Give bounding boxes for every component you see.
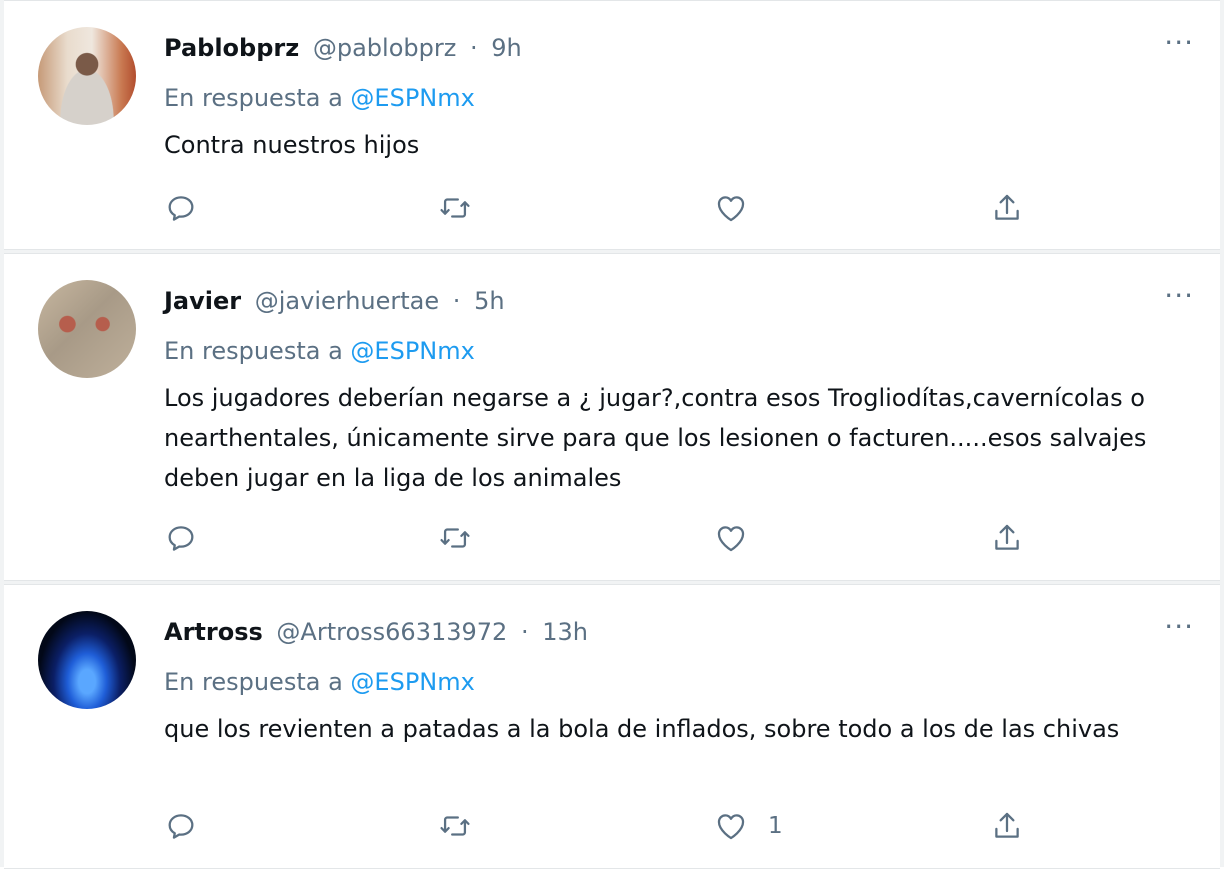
author-name[interactable]: Javier xyxy=(164,287,241,315)
like-icon xyxy=(717,196,745,222)
reply-button[interactable] xyxy=(164,518,198,558)
separator: · xyxy=(469,34,478,62)
retweet-button[interactable] xyxy=(438,188,472,228)
share-icon xyxy=(995,812,1019,838)
tweet-time[interactable]: 9h xyxy=(491,34,521,62)
tweet-card[interactable]: Artross @Artross66313972 · 13h ··· En re… xyxy=(4,584,1220,869)
reply-prefix: En respuesta a xyxy=(164,84,343,112)
like-button[interactable] xyxy=(714,518,768,558)
reply-prefix: En respuesta a xyxy=(164,337,343,365)
tweet-replies-list: Pablobprz @pablobprz · 9h ··· En respues… xyxy=(0,0,1224,869)
author-handle[interactable]: @Artross66313972 xyxy=(276,618,507,646)
like-button[interactable] xyxy=(714,188,768,228)
like-count: 1 xyxy=(768,813,783,839)
tweet-time[interactable]: 5h xyxy=(474,287,504,315)
reply-prefix: En respuesta a xyxy=(164,668,343,696)
like-icon xyxy=(717,526,745,552)
tweet-header: Pablobprz @pablobprz · 9h xyxy=(164,31,522,65)
author-name[interactable]: Pablobprz xyxy=(164,34,299,62)
separator: · xyxy=(452,287,461,315)
share-icon xyxy=(995,524,1019,550)
more-icon[interactable]: ··· xyxy=(1164,613,1194,641)
like-button[interactable]: 1 xyxy=(714,806,783,846)
retweet-icon xyxy=(440,198,470,218)
share-icon xyxy=(995,194,1019,220)
reply-mention-link[interactable]: @ESPNmx xyxy=(350,337,474,365)
retweet-button[interactable] xyxy=(438,518,472,558)
tweet-card[interactable]: Javier @javierhuertae · 5h ··· En respue… xyxy=(4,253,1220,581)
reply-icon xyxy=(168,814,194,839)
reply-button[interactable] xyxy=(164,188,198,228)
share-button[interactable] xyxy=(990,806,1024,846)
tweet-actions xyxy=(164,188,1064,228)
retweet-button[interactable] xyxy=(438,806,472,846)
author-handle[interactable]: @javierhuertae xyxy=(255,287,439,315)
tweet-header: Artross @Artross66313972 · 13h xyxy=(164,615,588,649)
tweet-text: que los revienten a patadas a la bola de… xyxy=(164,715,1120,743)
share-button[interactable] xyxy=(990,188,1024,228)
retweet-icon xyxy=(440,528,470,548)
like-icon xyxy=(717,814,745,840)
reply-icon xyxy=(168,196,194,221)
tweet-card[interactable]: Pablobprz @pablobprz · 9h ··· En respues… xyxy=(4,0,1220,250)
tweet-header: Javier @javierhuertae · 5h xyxy=(164,284,505,318)
tweet-text: Contra nuestros hijos xyxy=(164,131,420,159)
tweet-time[interactable]: 13h xyxy=(542,618,588,646)
share-button[interactable] xyxy=(990,518,1024,558)
reply-context: En respuesta a @ESPNmx xyxy=(164,665,475,699)
retweet-icon xyxy=(440,816,470,836)
separator: · xyxy=(520,618,529,646)
avatar[interactable] xyxy=(38,27,136,125)
reply-context: En respuesta a @ESPNmx xyxy=(164,81,475,115)
reply-mention-link[interactable]: @ESPNmx xyxy=(350,668,474,696)
reply-mention-link[interactable]: @ESPNmx xyxy=(350,84,474,112)
avatar[interactable] xyxy=(38,611,136,709)
more-icon[interactable]: ··· xyxy=(1164,29,1194,57)
reply-icon xyxy=(168,526,194,551)
tweet-actions: 1 xyxy=(164,806,1064,846)
reply-button[interactable] xyxy=(164,806,198,846)
avatar[interactable] xyxy=(38,280,136,378)
tweet-actions xyxy=(164,518,1064,558)
more-icon[interactable]: ··· xyxy=(1164,282,1194,310)
author-name[interactable]: Artross xyxy=(164,618,263,646)
reply-context: En respuesta a @ESPNmx xyxy=(164,334,475,368)
author-handle[interactable]: @pablobprz xyxy=(313,34,456,62)
tweet-text: Los jugadores deberían negarse a ¿ jugar… xyxy=(164,384,1147,492)
